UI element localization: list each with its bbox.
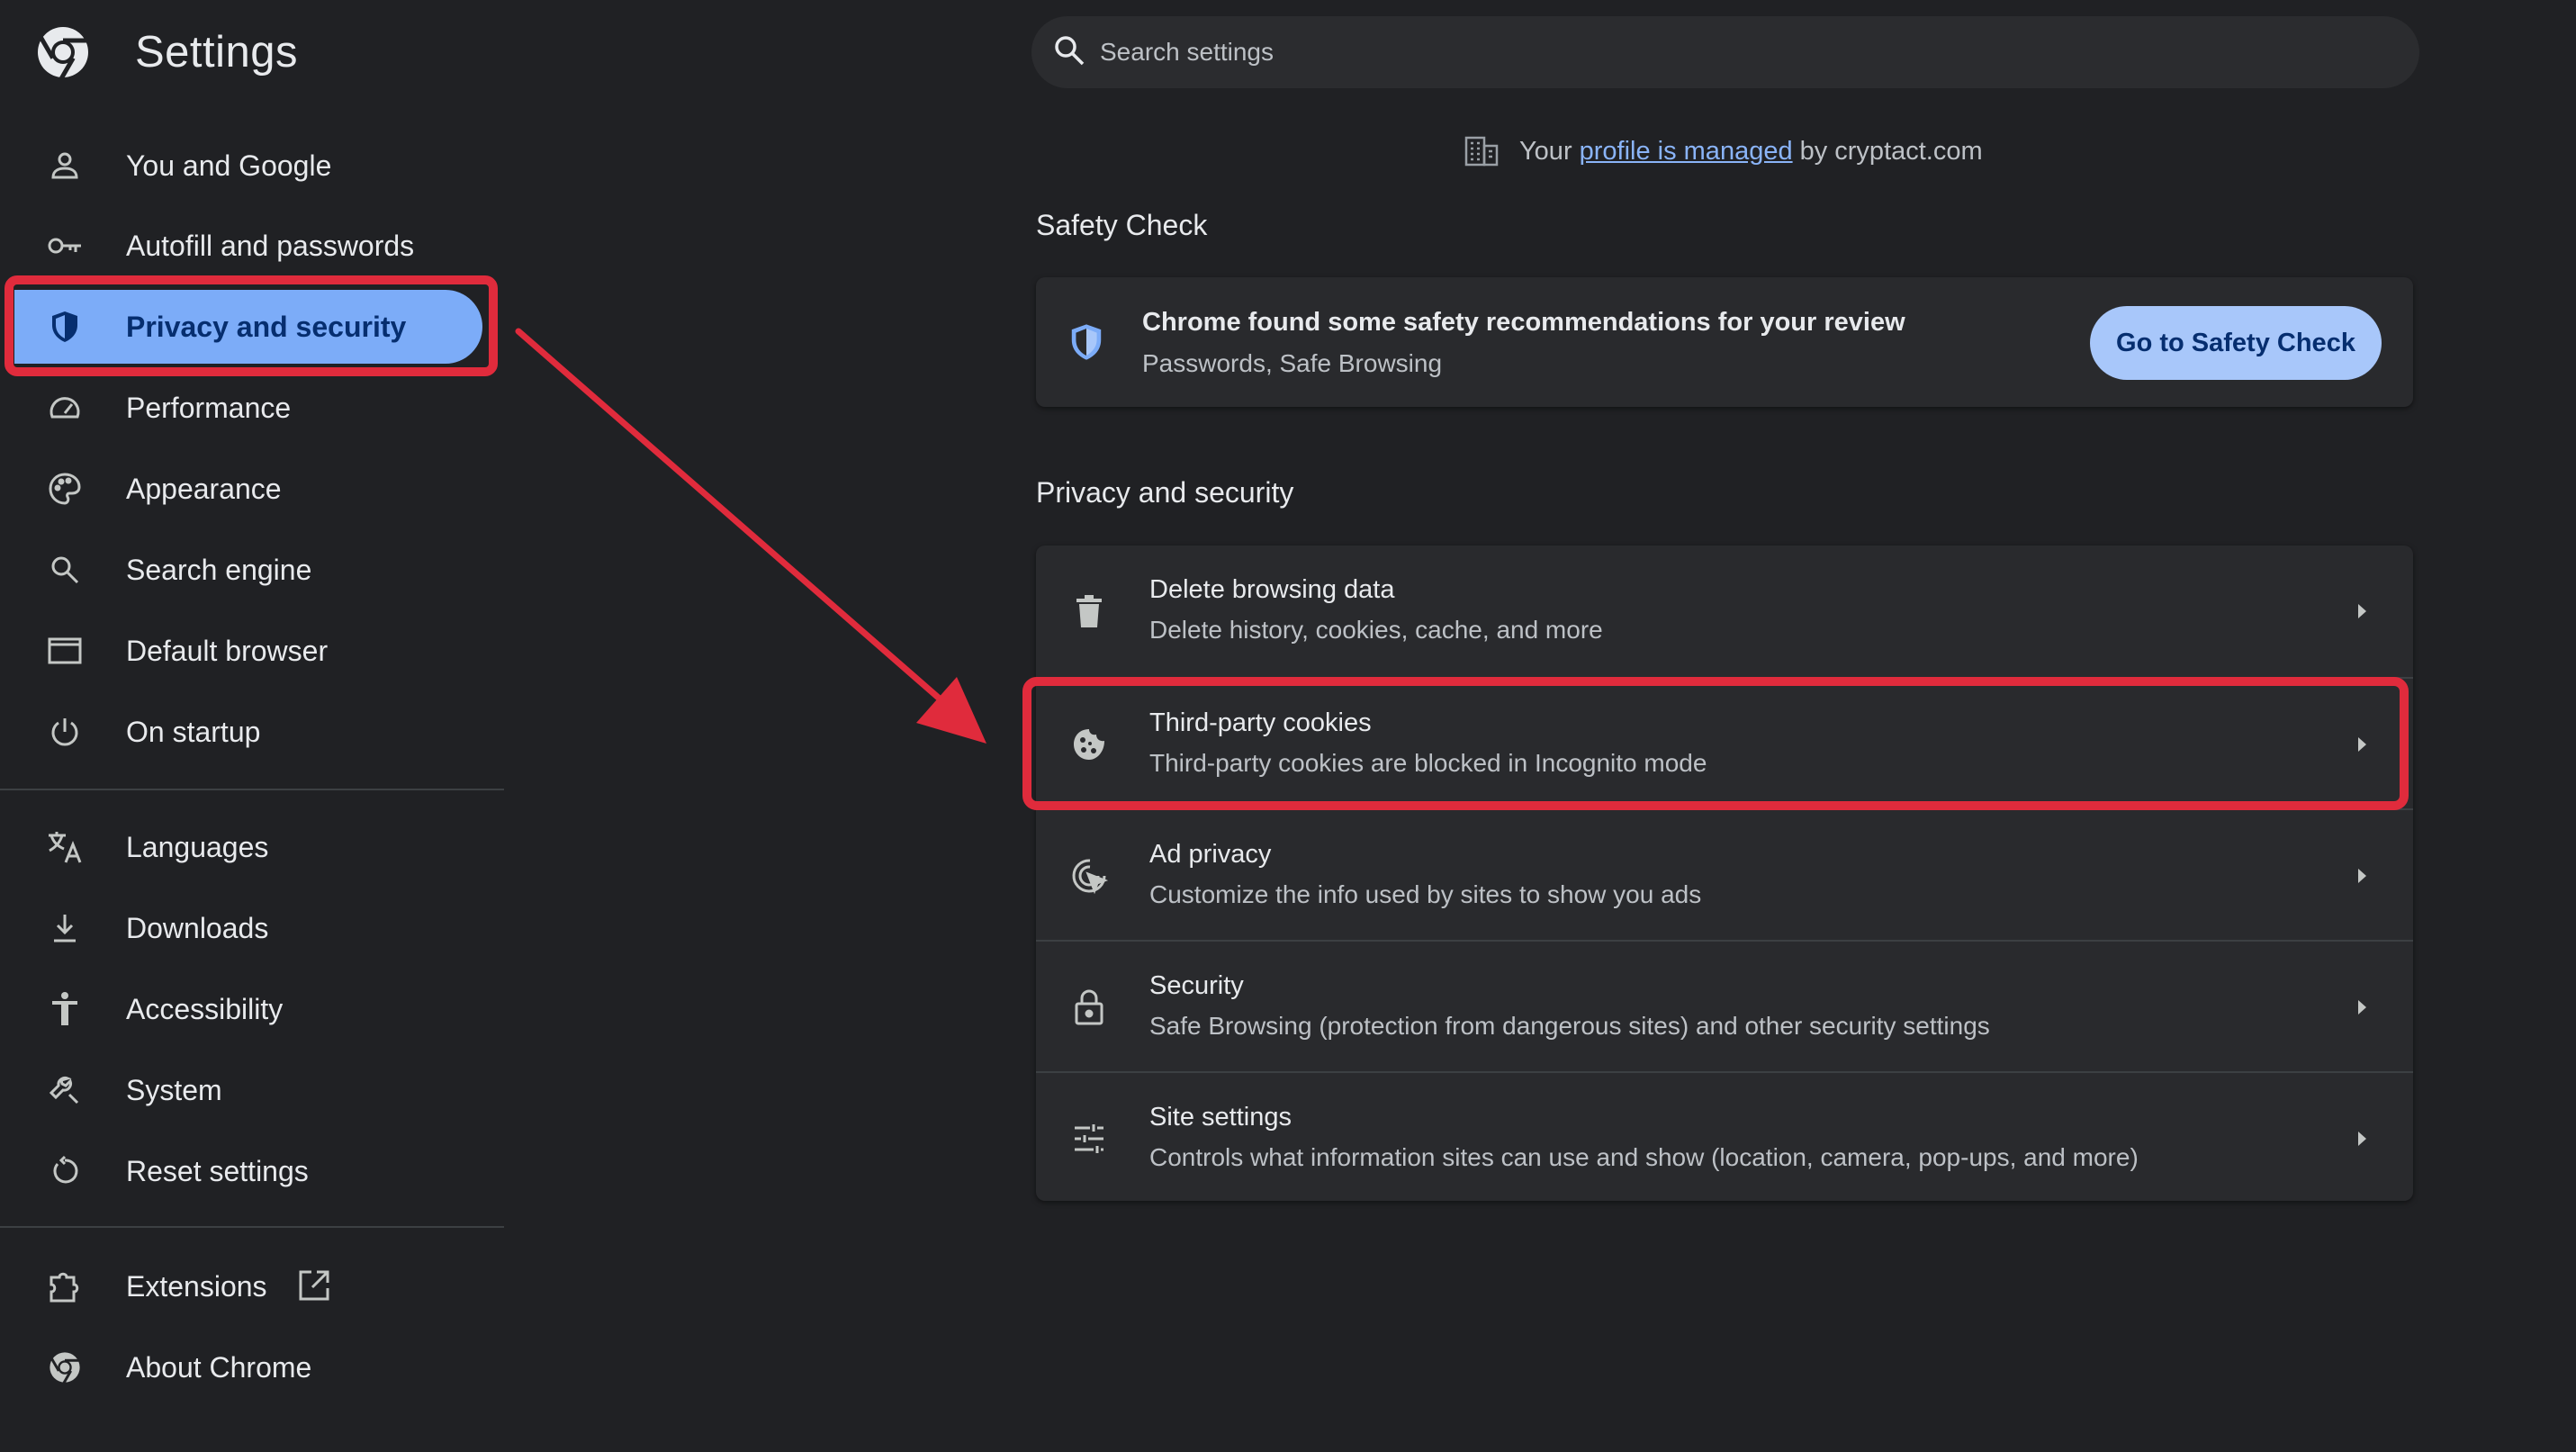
translate-icon xyxy=(45,827,85,867)
row-delete-browsing-data[interactable]: Delete browsing data Delete history, coo… xyxy=(1036,546,2413,677)
sidebar: Settings You and Google Autofill and pas… xyxy=(0,0,506,1452)
row-ad-privacy[interactable]: Ad privacy Customize the info used by si… xyxy=(1036,808,2413,940)
chevron-right-icon xyxy=(2350,996,2373,1019)
go-to-safety-check-button[interactable]: Go to Safety Check xyxy=(2090,306,2382,380)
safety-check-message: Chrome found some safety recommendations… xyxy=(1142,308,1905,337)
sidebar-item-label: Downloads xyxy=(126,911,269,944)
search-bar[interactable] xyxy=(1031,16,2419,88)
row-subtitle: Controls what information sites can use … xyxy=(1149,1143,2139,1171)
sidebar-item-label: About Chrome xyxy=(126,1350,312,1384)
lock-icon xyxy=(1068,987,1110,1028)
search-icon xyxy=(1051,32,1091,72)
sidebar-item-label: Reset settings xyxy=(126,1154,309,1187)
sidebar-item-label: On startup xyxy=(126,715,261,748)
safety-shield-icon xyxy=(1068,322,1104,362)
managed-prefix: Your xyxy=(1519,136,1572,166)
browser-window-icon xyxy=(45,631,85,671)
sidebar-item-performance[interactable]: Performance xyxy=(0,367,506,448)
sidebar-item-extensions[interactable]: Extensions xyxy=(0,1246,506,1327)
sidebar-item-about-chrome[interactable]: About Chrome xyxy=(0,1327,506,1408)
sidebar-item-search-engine[interactable]: Search engine xyxy=(0,529,506,610)
sidebar-item-on-startup[interactable]: On startup xyxy=(0,691,506,772)
chevron-right-icon xyxy=(2350,733,2373,756)
row-subtitle: Customize the info used by sites to show… xyxy=(1149,880,1702,908)
chrome-logo-icon xyxy=(34,23,92,81)
sidebar-item-label: You and Google xyxy=(126,149,332,182)
row-title: Third-party cookies xyxy=(1149,708,1372,737)
sidebar-item-label: Accessibility xyxy=(126,992,284,1025)
sidebar-item-label: Performance xyxy=(126,391,292,424)
cookie-icon xyxy=(1068,724,1110,765)
trash-icon xyxy=(1068,591,1110,632)
managed-profile-notice: Your profile is managed by cryptact.com xyxy=(1464,135,1983,167)
sidebar-item-label: Autofill and passwords xyxy=(126,229,415,262)
wrench-icon xyxy=(45,1070,85,1110)
chevron-right-icon xyxy=(2350,600,2373,623)
row-security[interactable]: Security Safe Browsing (protection from … xyxy=(1036,940,2413,1071)
row-subtitle: Delete history, cookies, cache, and more xyxy=(1149,616,1603,644)
sidebar-item-languages[interactable]: Languages xyxy=(0,807,506,888)
chevron-right-icon xyxy=(2350,864,2373,888)
search-icon xyxy=(45,550,85,590)
search-input[interactable] xyxy=(1098,29,2358,76)
open-in-new-icon xyxy=(297,1268,331,1303)
privacy-settings-card: Delete browsing data Delete history, coo… xyxy=(1036,546,2413,1201)
building-icon xyxy=(1464,135,1500,167)
reset-icon xyxy=(45,1151,85,1191)
sidebar-item-default-browser[interactable]: Default browser xyxy=(0,610,506,691)
row-title: Delete browsing data xyxy=(1149,575,1395,604)
sidebar-item-downloads[interactable]: Downloads xyxy=(0,888,506,969)
row-title: Ad privacy xyxy=(1149,840,1272,869)
page-title: Settings xyxy=(135,28,299,77)
power-icon xyxy=(45,712,85,752)
sidebar-item-label: Languages xyxy=(126,830,269,863)
sidebar-item-privacy-and-security[interactable]: Privacy and security xyxy=(0,286,506,367)
row-third-party-cookies[interactable]: Third-party cookies Third-party cookies … xyxy=(1036,677,2413,808)
sidebar-item-reset-settings[interactable]: Reset settings xyxy=(0,1131,506,1212)
safety-check-card: Chrome found some safety recommendations… xyxy=(1036,277,2413,407)
row-subtitle: Safe Browsing (protection from dangerous… xyxy=(1149,1012,1990,1040)
row-title: Security xyxy=(1149,971,1244,1000)
chrome-logo-icon xyxy=(45,1348,85,1387)
ad-privacy-icon xyxy=(1068,855,1110,897)
sidebar-item-autofill[interactable]: Autofill and passwords xyxy=(0,205,506,286)
sidebar-item-system[interactable]: System xyxy=(0,1050,506,1131)
sidebar-item-appearance[interactable]: Appearance xyxy=(0,448,506,529)
safety-check-detail: Passwords, Safe Browsing xyxy=(1142,349,1443,377)
speedometer-icon xyxy=(45,388,85,428)
row-title: Site settings xyxy=(1149,1103,1292,1132)
sidebar-item-label: System xyxy=(126,1073,222,1106)
download-icon xyxy=(45,908,85,948)
settings-header: Settings xyxy=(34,23,298,81)
managed-suffix: by cryptact.com xyxy=(1799,136,1983,166)
accessibility-icon xyxy=(45,989,85,1029)
sidebar-divider xyxy=(0,789,504,790)
profile-managed-link[interactable]: profile is managed xyxy=(1580,137,1793,167)
sidebar-item-label: Extensions xyxy=(126,1269,267,1303)
sidebar-item-label: Search engine xyxy=(126,553,312,586)
sidebar-item-label: Appearance xyxy=(126,472,282,505)
section-title-privacy-and-security: Privacy and security xyxy=(1036,476,1294,509)
palette-icon xyxy=(45,469,85,509)
chevron-right-icon xyxy=(2350,1127,2373,1150)
sidebar-item-label: Privacy and security xyxy=(126,310,407,343)
puzzle-icon xyxy=(45,1267,85,1306)
shield-icon xyxy=(45,307,85,347)
sliders-icon xyxy=(1068,1118,1110,1159)
key-icon xyxy=(45,226,85,266)
sidebar-item-you-and-google[interactable]: You and Google xyxy=(0,125,506,206)
sidebar-item-accessibility[interactable]: Accessibility xyxy=(0,969,506,1050)
sidebar-item-label: Default browser xyxy=(126,634,329,667)
row-site-settings[interactable]: Site settings Controls what information … xyxy=(1036,1071,2413,1203)
person-icon xyxy=(45,146,85,185)
section-title-safety-check: Safety Check xyxy=(1036,209,1208,241)
sidebar-divider xyxy=(0,1226,504,1228)
row-subtitle: Third-party cookies are blocked in Incog… xyxy=(1149,749,1707,777)
